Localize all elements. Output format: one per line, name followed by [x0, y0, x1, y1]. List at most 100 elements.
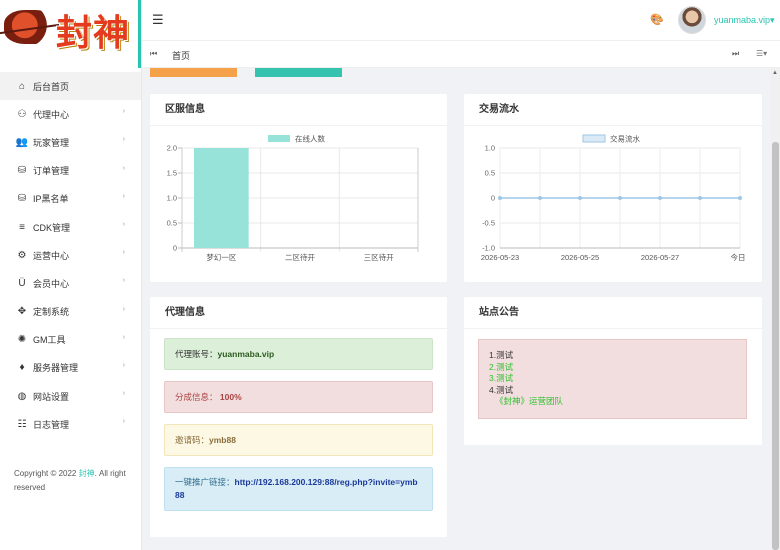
tab-more-icon[interactable]: ☰▾ — [756, 49, 767, 58]
y-tick-label: 0 — [173, 244, 177, 253]
tabs-bar: ⏮ 首页 ⏭ ☰▾ — [142, 40, 780, 68]
scroll-up-icon[interactable]: ▲ — [772, 70, 778, 76]
chevron-right-icon: › — [122, 390, 125, 398]
x-tick-label: 三区待开 — [364, 252, 394, 262]
agent-info-title: 代理信息 — [150, 297, 447, 329]
site-notice-card: 站点公告 1.测试 2.测试 3.测试 4.测试 《封神》运营团队 — [464, 297, 762, 445]
user-menu[interactable]: yuanmaba.vip▾ — [714, 15, 775, 26]
server-online-chart: 在线人数 0 0.5 1.0 1.5 2.0 梦幻一区 二区待开 三区待开 — [167, 134, 419, 262]
chevron-right-icon: › — [122, 192, 125, 200]
data-point — [658, 196, 662, 200]
sidebar-item[interactable]: ⚙ 运营中心 › — [0, 241, 141, 269]
database-icon: ⛁ — [17, 193, 27, 205]
chevron-right-icon: › — [122, 277, 125, 285]
sidebar-item-label: 后台首页 — [33, 81, 70, 92]
stat-button-orange[interactable] — [150, 68, 237, 77]
y-tick-label: 1.5 — [167, 169, 177, 178]
sidebar-item-label: GM工具 — [33, 335, 66, 346]
sidebar-item[interactable]: Ü 会员中心 › — [0, 269, 141, 297]
data-point — [578, 196, 582, 200]
group-icon: 👥 — [15, 136, 29, 148]
menu-toggle-icon[interactable]: ☰ — [152, 12, 164, 28]
copyright-brand-link[interactable]: 封神 — [79, 469, 95, 478]
agent-account-label: 代理账号： — [175, 349, 218, 359]
legend-label: 交易流水 — [610, 134, 640, 144]
y-tick-label: 0.5 — [485, 169, 495, 178]
logo-accent-edge — [138, 0, 141, 68]
sidebar-item[interactable]: ☷ 日志管理 › — [0, 410, 141, 438]
sidebar-item-label: 定制系统 — [33, 307, 70, 318]
bar — [194, 148, 249, 248]
sidebar-item[interactable]: ⌂ 后台首页 — [0, 72, 141, 101]
agent-link-label: 一键推广链接： — [175, 477, 235, 487]
tab-home[interactable]: 首页 — [172, 49, 190, 62]
agent-account-value: yuanmaba.vip — [217, 349, 275, 359]
agent-link-alert: 一键推广链接：http://192.168.200.129:88/reg.php… — [164, 467, 433, 511]
sidebar-item-label: CDK管理 — [33, 222, 71, 233]
copyright-prefix: Copyright © 2022 — [14, 469, 79, 478]
sidebar-item[interactable]: 👥 玩家管理 › — [0, 128, 141, 156]
sidebar-item[interactable]: ♦ 服务器管理 › — [0, 354, 141, 382]
sidebar-item[interactable]: ✥ 定制系统 › — [0, 298, 141, 326]
chevron-right-icon: › — [122, 361, 125, 369]
notice-box: 1.测试 2.测试 3.测试 4.测试 《封神》运营团队 — [478, 339, 747, 419]
list-icon: ≡ — [19, 221, 25, 233]
sidebar: 封神 ⌂ 后台首页 ⚇ 代理中心 › 👥 玩家管理 › ⛁ 订单管理 › ⛁ IP黑名单 › ≡ CDK管理 ›… — [0, 0, 142, 550]
chevron-right-icon: › — [122, 220, 125, 228]
sidebar-item-label: 代理中心 — [33, 109, 70, 120]
notice-line: 3.测试 — [489, 373, 514, 383]
x-tick-label: 2026-05-27 — [641, 253, 679, 262]
y-tick-label: 0.5 — [167, 219, 177, 228]
agent-invite-value: ymb88 — [209, 435, 236, 445]
sidebar-item[interactable]: ⛁ IP黑名单 › — [0, 185, 141, 213]
server-info-card: 区服信息 在线人数 0 0.5 1.0 1.5 2.0 梦幻一区 二区待开 三区待开 — [150, 94, 447, 282]
sidebar-item[interactable]: ⛁ 订单管理 › — [0, 157, 141, 185]
agent-info-card: 代理信息 代理账号： yuanmaba.vip 分成信息： 100% 邀请码： ym… — [150, 297, 447, 537]
data-point — [618, 196, 622, 200]
logo[interactable]: 封神 — [0, 0, 141, 68]
data-point — [738, 196, 742, 200]
sidebar-item-label: 会员中心 — [33, 278, 70, 289]
chevron-right-icon: › — [122, 249, 125, 257]
message-icon: ☷ — [17, 418, 27, 430]
sidebar-item[interactable]: ✺ GM工具 › — [0, 326, 141, 354]
chevron-right-icon: › — [122, 108, 125, 116]
bulb-icon: ✺ — [17, 334, 27, 346]
top-header: ☰ 🎨 yuanmaba.vip▾ — [142, 0, 780, 40]
y-tick-label: 1.0 — [485, 144, 495, 153]
scroll-thumb[interactable] — [772, 142, 779, 550]
site-notice-title: 站点公告 — [464, 297, 762, 329]
chevron-right-icon: › — [122, 164, 125, 172]
users-icon: ⚇ — [17, 108, 27, 120]
stat-button-teal[interactable] — [255, 68, 342, 77]
puzzle-icon: ✥ — [17, 306, 27, 318]
sidebar-item-label: 运营中心 — [33, 250, 70, 261]
y-tick-label: 2.0 — [167, 144, 177, 153]
data-point — [698, 196, 702, 200]
agent-invite-label: 邀请码： — [175, 435, 210, 445]
x-tick-label: 二区待开 — [285, 252, 315, 262]
sidebar-item[interactable]: ≡ CDK管理 › — [0, 213, 141, 241]
gear-icon: ⚙ — [17, 249, 27, 261]
sidebar-item-label: 服务器管理 — [33, 363, 79, 374]
agent-invite-alert: 邀请码： ymb88 — [164, 424, 433, 456]
chevron-right-icon: › — [122, 333, 125, 341]
page-scrollbar[interactable]: ▲ — [771, 68, 780, 550]
chevron-right-icon: › — [122, 136, 125, 144]
tab-next-icon[interactable]: ⏭ — [732, 49, 739, 59]
x-tick-label: 2026-05-23 — [481, 253, 519, 262]
legend-label: 在线人数 — [295, 134, 325, 144]
sidebar-item-label: IP黑名单 — [33, 194, 69, 205]
avatar[interactable] — [678, 6, 706, 34]
trade-flow-chart: 交易流水 -1.0 -0.5 0 0.5 1.0 2026-05-23 2026-05-25 2… — [481, 134, 746, 263]
notice-team: 《封神》运营团队 — [495, 396, 564, 406]
data-point — [498, 196, 502, 200]
agent-share-value: 100% — [219, 392, 242, 402]
agent-share-label: 分成信息： — [175, 392, 218, 402]
palette-icon[interactable]: 🎨 — [650, 13, 664, 26]
tab-prev-icon[interactable]: ⏮ — [150, 49, 157, 59]
sidebar-item[interactable]: ◍ 网站设置 › — [0, 382, 141, 410]
sidebar-item[interactable]: ⚇ 代理中心 › — [0, 100, 141, 128]
copyright: Copyright © 2022 封神. All right reserved — [14, 467, 134, 495]
y-tick-label: 1.0 — [167, 194, 177, 203]
